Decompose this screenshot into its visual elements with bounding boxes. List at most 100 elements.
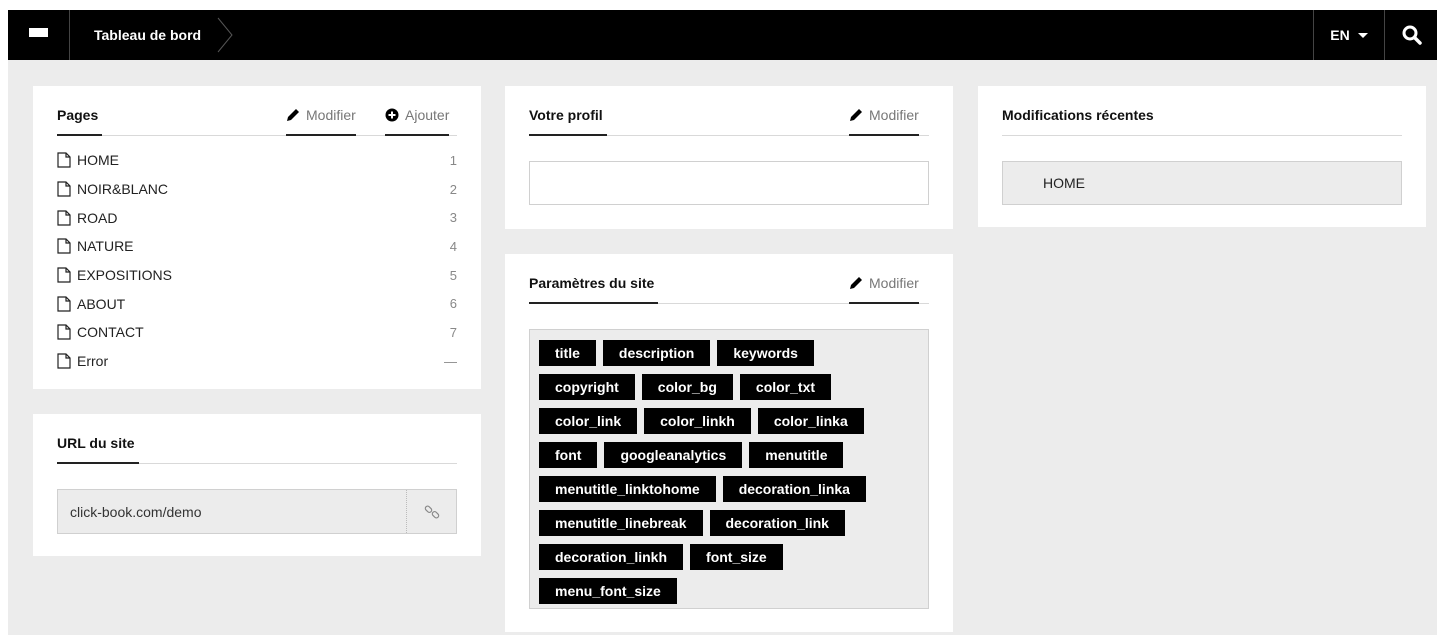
setting-tag[interactable]: decoration_linkh (539, 544, 684, 570)
edit-pages-label: Modifier (306, 107, 356, 123)
page-item[interactable]: ROAD 3 (57, 203, 457, 232)
profile-card: Votre profil Modifier (505, 86, 953, 229)
language-label: EN (1330, 27, 1350, 43)
caret-down-icon (1357, 32, 1368, 38)
open-url-button[interactable] (406, 490, 456, 533)
page-item[interactable]: CONTACT 7 (57, 318, 457, 347)
recent-change-item[interactable]: HOME (1002, 161, 1402, 205)
tag-row: font googleanalytics menutitle (539, 442, 928, 468)
setting-tag[interactable]: menutitle_linktohome (539, 476, 716, 502)
tag-row: menutitle_linktohome decoration_linka (539, 476, 928, 502)
setting-tag[interactable]: description (602, 340, 711, 366)
setting-tag[interactable]: color_txt (739, 374, 832, 400)
site-settings-card-title: Paramètres du site (529, 272, 659, 304)
page-item-label: EXPOSITIONS (77, 267, 172, 284)
file-icon (57, 353, 71, 369)
profile-card-header: Votre profil Modifier (529, 104, 929, 136)
settings-tag-list: title description keywords copyright col… (529, 329, 929, 609)
edit-profile-button[interactable]: Modifier (849, 104, 919, 136)
menu-button[interactable] (8, 10, 70, 60)
plus-circle-icon (385, 108, 399, 122)
site-url-value[interactable]: click-book.com/demo (58, 490, 406, 533)
recent-changes-card: Modifications récentes HOME (978, 86, 1426, 227)
file-icon (57, 324, 71, 341)
page-item-label: Error (77, 353, 109, 370)
recent-changes-card-header: Modifications récentes (1002, 104, 1402, 136)
page-item-label: NATURE (77, 238, 134, 255)
pencil-icon (850, 109, 862, 121)
setting-tag[interactable]: font_size (690, 544, 783, 570)
setting-tag[interactable]: menutitle (749, 442, 844, 468)
top-bar: Tableau de bord EN (8, 10, 1437, 60)
setting-tag[interactable]: copyright (539, 374, 635, 400)
edit-settings-label: Modifier (869, 275, 919, 291)
tag-row: title description keywords (539, 340, 928, 366)
pencil-icon (287, 109, 299, 121)
site-url-card-title: URL du site (57, 432, 139, 464)
pencil-icon (850, 277, 862, 289)
setting-tag[interactable]: color_linkh (644, 408, 751, 434)
profile-card-title: Votre profil (529, 104, 607, 136)
language-selector[interactable]: EN (1313, 10, 1385, 60)
breadcrumb-separator-icon (217, 17, 233, 53)
edit-settings-button[interactable]: Modifier (849, 272, 919, 304)
tag-row: menu_font_size (539, 578, 928, 604)
page-item[interactable]: HOME 1 (57, 146, 457, 175)
tag-row: menutitle_linebreak decoration_link (539, 510, 928, 536)
page-item[interactable]: EXPOSITIONS 5 (57, 261, 457, 290)
setting-tag[interactable]: color_linka (757, 408, 864, 434)
pages-card: Pages Modifier Ajouter HOME 1 NOIR&BLANC… (33, 86, 481, 389)
page-item-number: 5 (449, 267, 457, 283)
page-item-label: NOIR&BLANC (77, 181, 169, 198)
page-item-label: ROAD (77, 209, 118, 226)
recent-change-label: HOME (1043, 175, 1085, 191)
page-item-label: ABOUT (77, 295, 126, 312)
setting-tag[interactable]: title (539, 340, 596, 366)
setting-tag[interactable]: menu_font_size (539, 578, 677, 604)
page-item-number: 4 (449, 238, 457, 254)
setting-tag[interactable]: color_bg (641, 374, 733, 400)
tag-row: copyright color_bg color_txt (539, 374, 928, 400)
setting-tag[interactable]: keywords (717, 340, 814, 366)
hamburger-icon (29, 27, 48, 43)
setting-tag[interactable]: menutitle_linebreak (539, 510, 703, 536)
pages-card-title: Pages (57, 104, 103, 136)
page-item-number: 3 (449, 210, 457, 226)
page-item-label: CONTACT (77, 324, 144, 341)
tag-row: color_link color_linkh color_linka (539, 408, 928, 434)
recent-changes-card-title: Modifications récentes (1002, 107, 1154, 123)
page-item-number: 7 (449, 324, 457, 340)
page-item-number: 2 (449, 181, 457, 197)
edit-profile-label: Modifier (869, 107, 919, 123)
setting-tag[interactable]: color_link (539, 408, 638, 434)
setting-tag[interactable]: decoration_linka (722, 476, 866, 502)
setting-tag[interactable]: googleanalytics (604, 442, 743, 468)
search-button[interactable] (1386, 10, 1437, 60)
page-item[interactable]: NATURE 4 (57, 232, 457, 261)
link-icon (424, 504, 439, 519)
add-page-label: Ajouter (405, 107, 450, 123)
page-item-label: HOME (77, 152, 119, 169)
breadcrumb-dashboard[interactable]: Tableau de bord (70, 10, 225, 60)
site-settings-card-header: Paramètres du site Modifier (529, 272, 929, 304)
breadcrumb-label: Tableau de bord (94, 27, 202, 43)
page-item[interactable]: Error — (57, 347, 457, 376)
page-list: HOME 1 NOIR&BLANC 2 ROAD 3 NATURE 4 EXPO… (57, 146, 457, 376)
page-item-number: 1 (449, 152, 457, 168)
tag-row: decoration_linkh font_size (539, 544, 928, 570)
page-item-number: 6 (449, 296, 457, 312)
setting-tag[interactable]: font (539, 442, 598, 468)
site-url-field: click-book.com/demo (57, 489, 457, 534)
site-url-card-header: URL du site (57, 432, 457, 464)
page-item[interactable]: ABOUT 6 (57, 289, 457, 318)
search-icon (1402, 25, 1422, 45)
pages-card-header: Pages Modifier Ajouter (57, 104, 457, 136)
page-item[interactable]: NOIR&BLANC 2 (57, 175, 457, 204)
setting-tag[interactable]: decoration_link (709, 510, 845, 536)
file-icon (57, 238, 71, 255)
edit-pages-button[interactable]: Modifier (286, 104, 356, 136)
profile-content (529, 161, 929, 205)
file-icon (57, 152, 71, 168)
site-settings-card: Paramètres du site Modifier title descri… (505, 254, 953, 632)
add-page-button[interactable]: Ajouter (385, 104, 450, 136)
